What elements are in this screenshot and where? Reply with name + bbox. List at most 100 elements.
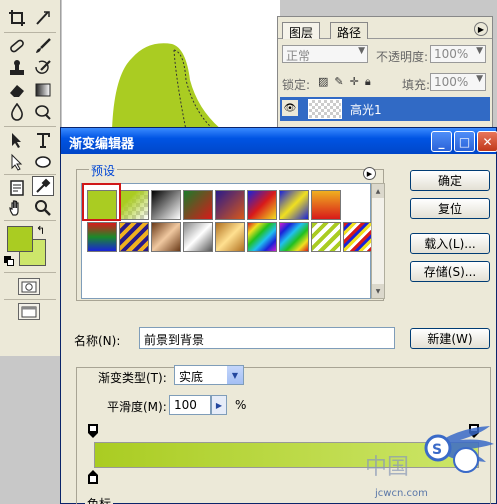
- color-stop-left[interactable]: [88, 470, 98, 484]
- toolbox-divider: [4, 126, 56, 127]
- presets-scrollbar[interactable]: ▲ ▼: [371, 183, 385, 299]
- dialog-titlebar[interactable]: 渐变编辑器 _ □ ✕: [61, 128, 497, 154]
- svg-text:S: S: [432, 442, 442, 458]
- ok-button[interactable]: 确定: [410, 170, 490, 191]
- tab-layers[interactable]: 图层: [282, 22, 321, 40]
- toolbox-panel: ↰: [0, 0, 61, 356]
- preset-swatch[interactable]: [119, 190, 149, 220]
- preset-swatch[interactable]: [343, 222, 373, 252]
- presets-menu-icon[interactable]: ▶: [363, 167, 376, 180]
- blur-tool-icon[interactable]: [6, 102, 28, 122]
- chevron-down-icon: ▼: [476, 46, 483, 56]
- save-button[interactable]: 存储(S)...: [410, 261, 490, 282]
- lock-all-icon[interactable]: 🔒︎: [365, 75, 371, 89]
- layer-thumbnail: [308, 99, 342, 119]
- layers-panel-tabs: 图层 路径 ▶: [278, 17, 492, 40]
- screen-mode-icon[interactable]: [18, 303, 40, 320]
- eye-icon[interactable]: 👁︎: [282, 100, 298, 116]
- history-brush-icon[interactable]: [32, 58, 54, 78]
- preset-swatch[interactable]: [247, 190, 277, 220]
- slice-tool-icon[interactable]: [32, 8, 54, 28]
- lock-label: 锁定:: [282, 78, 311, 92]
- clone-stamp-icon[interactable]: [6, 58, 28, 78]
- toolbox-divider: [4, 272, 56, 273]
- load-button[interactable]: 载入(L)...: [410, 233, 490, 254]
- lock-transparency-icon[interactable]: ▨: [318, 75, 328, 89]
- layers-panel: 图层 路径 ▶ 正常 ▼ 不透明度: 100% ▼ 锁定: ▨ ✎ ✛ 🔒︎ 填…: [277, 16, 493, 128]
- preset-swatch[interactable]: [151, 222, 181, 252]
- presets-label: 预设: [89, 162, 118, 179]
- lock-position-icon[interactable]: ✛: [350, 75, 359, 89]
- smoothness-input[interactable]: 100: [169, 395, 211, 415]
- opacity-value: 100%: [434, 47, 469, 61]
- preset-swatch[interactable]: [183, 222, 213, 252]
- chevron-down-icon: ▼: [227, 366, 243, 384]
- scroll-down-icon[interactable]: ▼: [372, 284, 384, 298]
- panel-menu-icon[interactable]: ▶: [474, 22, 488, 36]
- preset-swatch[interactable]: [151, 190, 181, 220]
- fill-field[interactable]: 100% ▼: [430, 73, 486, 91]
- preset-swatch[interactable]: [311, 222, 341, 252]
- foreground-color-swatch[interactable]: [7, 226, 33, 252]
- scroll-up-icon[interactable]: ▲: [372, 184, 384, 198]
- preset-swatch[interactable]: [215, 190, 245, 220]
- layer-name: 高光1: [350, 103, 382, 117]
- gradient-tool-icon[interactable]: [32, 80, 54, 100]
- smoothness-label: 平滑度(M):: [107, 400, 167, 414]
- preset-swatch[interactable]: [87, 222, 117, 252]
- crop-tool-icon[interactable]: [6, 8, 28, 28]
- close-icon[interactable]: ✕: [477, 131, 497, 152]
- preset-swatch[interactable]: [215, 222, 245, 252]
- opacity-field[interactable]: 100% ▼: [430, 45, 486, 63]
- eyedropper-tool-icon[interactable]: [32, 176, 54, 196]
- gradient-type-label: 渐变类型(T):: [98, 371, 167, 385]
- dialog-title: 渐变编辑器: [69, 137, 135, 152]
- blend-mode-select[interactable]: 正常 ▼: [282, 45, 368, 63]
- toolbox-divider: [4, 299, 56, 300]
- swap-colors-icon[interactable]: ↰: [36, 224, 45, 237]
- default-colors-icon[interactable]: [4, 256, 14, 266]
- lock-icons: ▨ ✎ ✛ 🔒︎: [318, 75, 388, 89]
- opacity-stop-left[interactable]: [88, 424, 98, 438]
- preset-swatch[interactable]: [279, 222, 309, 252]
- gradient-name-input[interactable]: 前景到背景: [139, 327, 395, 349]
- direct-selection-icon[interactable]: [6, 152, 28, 172]
- fill-label: 填充:: [402, 78, 431, 92]
- fill-value: 100%: [434, 75, 469, 89]
- gradient-type-select[interactable]: 实底 ▼: [174, 365, 244, 385]
- toolbox-divider: [4, 220, 56, 221]
- dodge-tool-icon[interactable]: [32, 102, 54, 122]
- maximize-icon[interactable]: □: [454, 131, 475, 152]
- document-canvas[interactable]: [62, 0, 280, 130]
- gradient-type-value: 实底: [179, 370, 204, 384]
- brush-tool-icon[interactable]: [32, 36, 54, 56]
- tab-paths[interactable]: 路径: [330, 22, 369, 40]
- reset-button[interactable]: 复位: [410, 198, 490, 219]
- eraser-tool-icon[interactable]: [6, 80, 28, 100]
- preset-swatches: [81, 183, 373, 299]
- ellipse-tool-icon[interactable]: [32, 152, 54, 172]
- name-label: 名称(N):: [74, 334, 121, 348]
- zoom-tool-icon[interactable]: [32, 198, 54, 218]
- preset-swatch[interactable]: [183, 190, 213, 220]
- preset-swatch[interactable]: [279, 190, 309, 220]
- minimize-icon[interactable]: _: [431, 131, 452, 152]
- watermark-url: jcwcn.com: [375, 488, 428, 499]
- type-tool-icon[interactable]: [32, 130, 54, 150]
- new-button[interactable]: 新建(W): [410, 328, 490, 349]
- smoothness-unit: %: [235, 398, 247, 412]
- quick-mask-icon[interactable]: [18, 278, 40, 295]
- path-selection-icon[interactable]: [6, 130, 28, 150]
- notes-tool-icon[interactable]: [6, 178, 28, 198]
- hand-tool-icon[interactable]: [6, 198, 28, 218]
- toolbox-divider: [4, 174, 56, 175]
- preset-swatch[interactable]: [247, 222, 277, 252]
- smoothness-slider-arrow-icon[interactable]: ▶: [211, 395, 227, 415]
- preset-swatch[interactable]: [311, 190, 341, 220]
- chevron-down-icon: ▼: [476, 74, 483, 84]
- preset-swatch[interactable]: [119, 222, 149, 252]
- healing-brush-icon[interactable]: [6, 36, 28, 56]
- blend-mode-value: 正常: [286, 49, 311, 63]
- lock-pixels-icon[interactable]: ✎: [334, 75, 343, 89]
- layer-row[interactable]: 👁︎ 高光1: [280, 97, 490, 121]
